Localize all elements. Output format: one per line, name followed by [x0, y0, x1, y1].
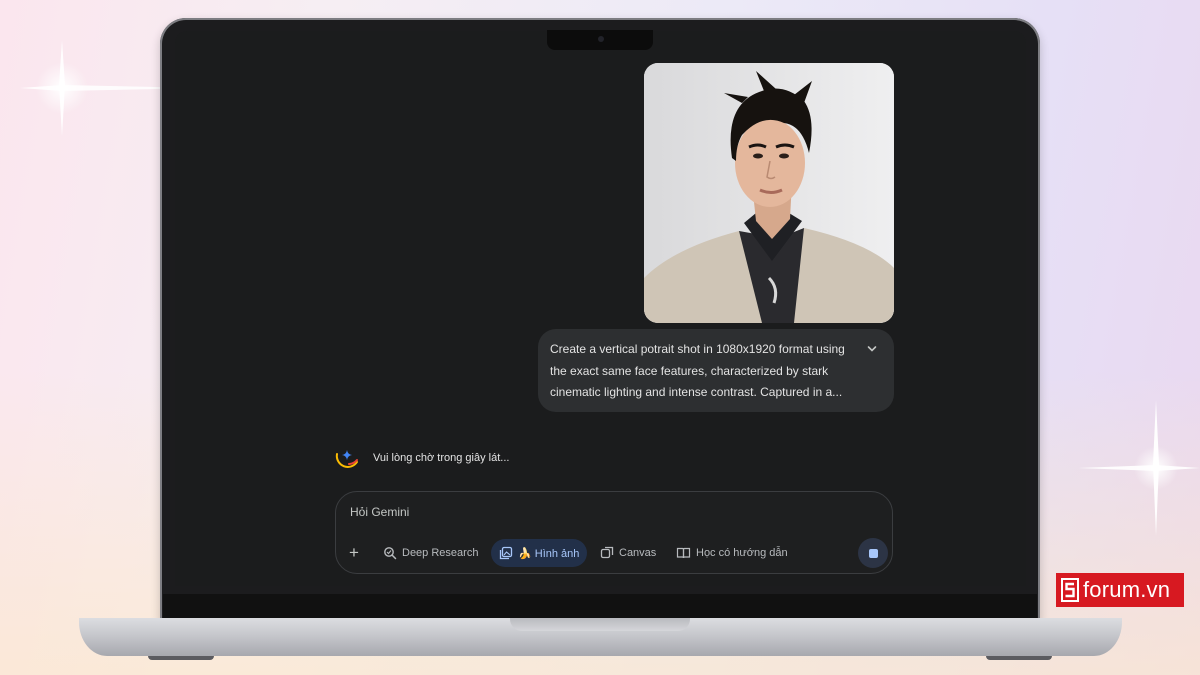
guided-learning-button[interactable]: Học có hướng dẫn	[676, 539, 788, 567]
prompt-composer: + Deep Research 🍌 Hình ảnh Canvas	[335, 491, 893, 574]
add-icon: +	[349, 543, 359, 562]
image-icon	[499, 546, 513, 560]
image-tool-label: 🍌 Hình ảnh	[518, 547, 580, 560]
gemini-chat-screen: Create a vertical potrait shot in 1080x1…	[175, 31, 1026, 586]
stop-button[interactable]	[858, 538, 888, 568]
deep-research-button[interactable]: Deep Research	[383, 539, 478, 567]
uploaded-portrait-image[interactable]	[644, 63, 894, 323]
camera-icon	[598, 36, 604, 42]
sforum-s-logo-icon	[1061, 578, 1079, 602]
laptop-foot-left	[148, 656, 214, 660]
canvas-button[interactable]: Canvas	[600, 539, 656, 567]
laptop-opening-notch	[510, 618, 690, 631]
deep-research-icon	[384, 547, 397, 560]
response-status: Vui lòng chờ trong giây lát...	[334, 446, 509, 470]
add-button[interactable]: +	[349, 539, 359, 567]
chevron-down-icon[interactable]	[866, 343, 878, 355]
image-tool-button[interactable]: 🍌 Hình ảnh	[491, 539, 588, 567]
guided-learning-label: Học có hướng dẫn	[696, 547, 788, 559]
watermark-text: forum.vn	[1083, 577, 1171, 602]
user-prompt-bubble: Create a vertical potrait shot in 1080x1…	[538, 329, 894, 412]
user-prompt-text: Create a vertical potrait shot in 1080x1…	[550, 342, 845, 399]
deep-research-label: Deep Research	[402, 547, 479, 559]
forum-watermark: forum.vn	[1056, 573, 1184, 607]
prompt-input[interactable]	[350, 505, 850, 519]
sparkle-icon	[1078, 400, 1200, 536]
laptop-foot-right	[986, 656, 1052, 660]
gemini-spark-icon	[335, 450, 358, 468]
stop-icon	[868, 548, 878, 558]
book-icon	[676, 547, 691, 559]
laptop-bezel	[163, 594, 1037, 618]
canvas-label: Canvas	[619, 547, 657, 559]
status-text: Vui lòng chờ trong giây lát...	[373, 452, 510, 464]
portrait-illustration	[644, 63, 894, 323]
canvas-icon	[600, 546, 614, 559]
